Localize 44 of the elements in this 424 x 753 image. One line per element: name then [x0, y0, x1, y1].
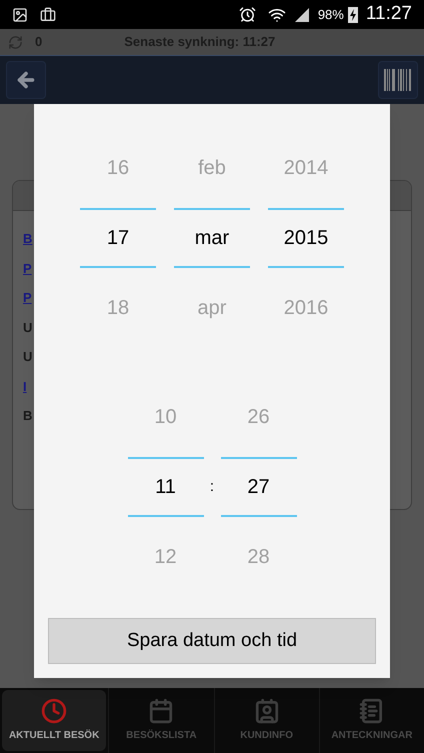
- nav-tab[interactable]: KUNDINFO: [214, 688, 319, 753]
- sync-icon: [8, 34, 23, 50]
- picker-value[interactable]: 18: [80, 273, 156, 343]
- time-separator: :: [208, 476, 216, 497]
- signal-icon: [294, 6, 310, 22]
- picker-value[interactable]: 16: [80, 133, 156, 203]
- battery-icon: [348, 6, 358, 23]
- card-text: I: [23, 378, 27, 396]
- picker-value[interactable]: 28: [220, 522, 296, 592]
- back-icon: [15, 69, 37, 91]
- status-time: 11:27: [366, 2, 412, 26]
- picker-value[interactable]: mar: [174, 208, 250, 268]
- contact-card-icon: [254, 698, 280, 724]
- picker-value[interactable]: 26: [220, 382, 296, 452]
- card-text: U: [23, 348, 32, 366]
- calendar-icon: [148, 698, 174, 724]
- picker-value[interactable]: 2016: [268, 273, 344, 343]
- back-button[interactable]: [6, 61, 46, 99]
- picker-value[interactable]: 17: [80, 208, 156, 268]
- battery-percent: 98%: [318, 6, 344, 24]
- notepad-icon: [358, 698, 385, 724]
- picker-value[interactable]: feb: [174, 133, 250, 203]
- nav-tab[interactable]: AKTUELLT BESÖK: [2, 690, 106, 751]
- picker-value[interactable]: apr: [174, 273, 250, 343]
- picker-value[interactable]: 2014: [268, 133, 344, 203]
- card-text: B: [23, 407, 32, 425]
- card-text: P: [23, 260, 32, 278]
- picker-value[interactable]: 11: [128, 457, 204, 517]
- clock-icon: [41, 698, 68, 724]
- briefcase-icon: [40, 6, 56, 22]
- card-text: U: [23, 318, 32, 336]
- picker-value[interactable]: 2015: [268, 208, 344, 268]
- picker-value[interactable]: 27: [220, 457, 296, 517]
- alarm-icon: [238, 6, 256, 23]
- barcode-button[interactable]: [378, 61, 418, 99]
- barcode-icon: [384, 69, 412, 91]
- image-icon: [12, 6, 28, 22]
- picker-value[interactable]: 10: [128, 382, 204, 452]
- picker-value[interactable]: 12: [128, 522, 204, 592]
- card-text: B: [23, 230, 32, 248]
- card-text: P: [23, 289, 32, 307]
- save-button[interactable]: Spara datum och tid: [48, 618, 376, 664]
- nav-tab[interactable]: BESÖKSLISTA: [108, 688, 214, 753]
- nav-tab[interactable]: ANTECKNINGAR: [318, 688, 424, 753]
